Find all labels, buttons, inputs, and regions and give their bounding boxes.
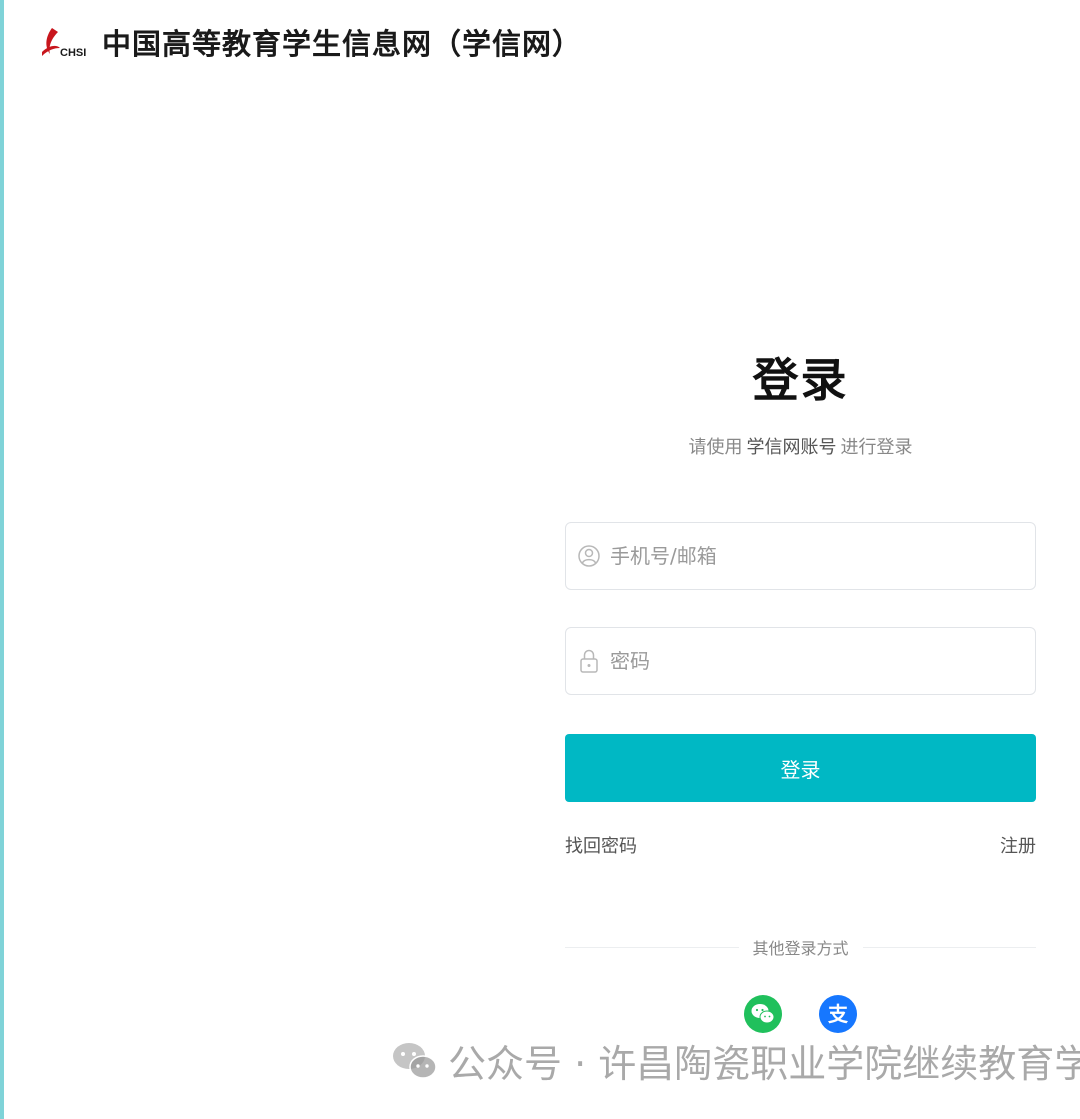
password-field[interactable] bbox=[565, 627, 1036, 695]
login-heading: 登录 bbox=[752, 353, 849, 407]
phone-email-input[interactable] bbox=[610, 544, 1010, 568]
alipay-glyph: 支 bbox=[828, 1002, 849, 1026]
login-card: 登录 请使用学信网账号进行登录 登录 找回密码 注册 bbox=[565, 340, 1037, 960]
wechat-login-button[interactable] bbox=[744, 995, 782, 1033]
site-title: 中国高等教育学生信息网（学信网） bbox=[102, 27, 583, 61]
wechat-watermark-icon bbox=[393, 1043, 437, 1079]
wechat-icon bbox=[751, 1004, 775, 1024]
logo-text: CHSI bbox=[60, 47, 86, 59]
divider-line-left bbox=[565, 946, 739, 948]
login-subtitle: 请使用 学信网账号 进行登录 bbox=[565, 434, 1036, 462]
auxiliary-links: 找回密码 注册 bbox=[565, 834, 1036, 860]
watermark-text: 公众号 · 许昌陶瓷职业学院继续教育学院 bbox=[448, 1041, 1080, 1086]
phone-email-field[interactable] bbox=[565, 522, 1036, 590]
subtitle-prefix: 请使用 bbox=[688, 437, 743, 458]
forgot-password-link[interactable]: 找回密码 bbox=[565, 834, 637, 860]
password-input[interactable] bbox=[610, 649, 1010, 673]
user-icon bbox=[578, 545, 600, 567]
watermark: 公众号 · 许昌陶瓷职业学院继续教育学院 bbox=[390, 1032, 1080, 1088]
login-button[interactable]: 登录 bbox=[565, 734, 1036, 802]
alipay-icon: 支 bbox=[828, 1002, 849, 1026]
lock-icon bbox=[580, 649, 598, 673]
other-login-divider: 其他登录方式 bbox=[565, 934, 1037, 960]
subtitle-account-name: 学信网账号 bbox=[746, 437, 837, 458]
subtitle-suffix: 进行登录 bbox=[840, 437, 913, 458]
alipay-login-button[interactable]: 支 bbox=[819, 995, 857, 1033]
login-page: CHSI 中国高等教育学生信息网（学信网） 登录 请使用学信网账号进行登录 登录 bbox=[0, 0, 1080, 1119]
divider-line-right bbox=[862, 946, 1037, 948]
chsi-logo[interactable]: CHSI bbox=[38, 22, 94, 62]
left-edge-bar bbox=[0, 0, 4, 1119]
site-header: CHSI 中国高等教育学生信息网（学信网） bbox=[38, 18, 582, 66]
other-login-label: 其他登录方式 bbox=[752, 939, 849, 958]
register-link[interactable]: 注册 bbox=[1000, 834, 1036, 860]
